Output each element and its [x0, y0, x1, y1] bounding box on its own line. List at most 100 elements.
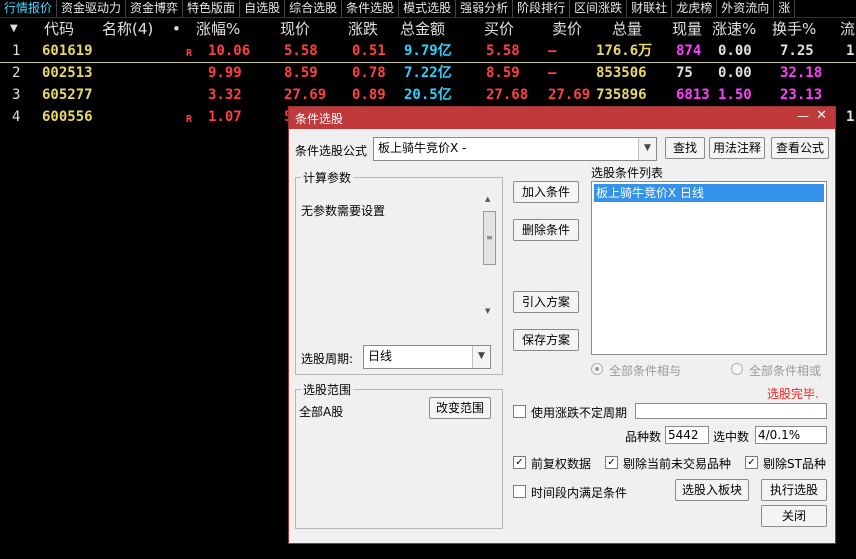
- close-button[interactable]: 关闭: [761, 505, 827, 527]
- tab-item[interactable]: 强弱分析: [456, 0, 514, 17]
- list-label: 选股条件列表: [591, 166, 664, 180]
- volume: 176.6万: [596, 43, 653, 59]
- view-formula-button[interactable]: 查看公式: [771, 137, 829, 159]
- period-chevron-icon[interactable]: ▼: [472, 346, 490, 368]
- condition-item[interactable]: 板上骑牛竞价X 日线: [594, 184, 824, 202]
- speed: 0.00: [718, 65, 752, 81]
- minimize-icon[interactable]: —: [797, 109, 809, 123]
- time-range-checkbox[interactable]: [513, 485, 526, 498]
- selected-value: 4/0.1%: [758, 428, 801, 442]
- bid-price: 8.59: [486, 65, 520, 81]
- delete-condition-button[interactable]: 删除条件: [513, 219, 579, 241]
- row-number: 3: [12, 87, 21, 103]
- tab-item[interactable]: 外资流向: [717, 0, 775, 17]
- stock-name: 新亚电子: [100, 86, 161, 104]
- tab-item[interactable]: 区间涨跌: [570, 0, 628, 17]
- ask-price: 27.69: [548, 87, 591, 103]
- params-scrollbar[interactable]: ▲ ≡ ▼: [483, 195, 496, 315]
- header-price[interactable]: 现价: [280, 18, 310, 40]
- tab-item[interactable]: 行情报价: [0, 0, 58, 17]
- tab-item[interactable]: 涨: [774, 0, 796, 17]
- current-volume: 874: [676, 43, 702, 59]
- tab-item[interactable]: 模式选股: [399, 0, 457, 17]
- add-condition-button[interactable]: 加入条件: [513, 181, 579, 203]
- tab-item[interactable]: 特色版面: [183, 0, 241, 17]
- table-row[interactable]: 1 601619 嘉泽新能 R 10.06 5.58 0.51 9.79亿 5.58–176.6…: [0, 40, 856, 63]
- and-radio[interactable]: [591, 363, 603, 375]
- quote-table-header: ▼ 代码 名称(4) • 涨幅% 现价 涨跌 总金额 买价 卖价 总量 现量 涨…: [0, 18, 856, 40]
- header-ask[interactable]: 卖价: [552, 18, 582, 40]
- header-code[interactable]: 代码: [44, 18, 74, 40]
- tab-item[interactable]: 资金博弈: [126, 0, 184, 17]
- chevron-down-icon[interactable]: ▼: [638, 138, 656, 160]
- to-block-button[interactable]: 选股入板块: [675, 479, 749, 501]
- change: 0.89: [352, 87, 386, 103]
- row-number: 2: [12, 65, 21, 81]
- tab-item[interactable]: 阶段排行: [513, 0, 571, 17]
- volume: 853506: [596, 65, 647, 81]
- selected-label: 选中数: [713, 430, 750, 444]
- speed: 0.00: [718, 43, 752, 59]
- header-dot: •: [172, 20, 181, 38]
- turnover: 23.13: [780, 87, 823, 103]
- formula-label: 条件选股公式: [295, 144, 368, 158]
- table-row[interactable]: 2 002513 蓝丰生化 9.99 8.59 0.78 7.22亿 8.59 – 853506 7…: [0, 62, 856, 84]
- header-flow[interactable]: 流: [840, 18, 855, 40]
- close-icon[interactable]: ✕: [816, 108, 827, 123]
- period-label: 选股周期:: [301, 352, 354, 366]
- find-button[interactable]: 查找: [665, 137, 705, 159]
- turnover: 7.25: [780, 43, 814, 59]
- header-change[interactable]: 涨跌: [348, 18, 378, 40]
- save-plan-button[interactable]: 保存方案: [513, 329, 579, 351]
- change-scope-button[interactable]: 改变范围: [429, 397, 491, 419]
- tab-item[interactable]: 条件选股: [342, 0, 400, 17]
- ask-price: –: [548, 65, 557, 81]
- exclude-untraded-checkbox[interactable]: ✓: [605, 456, 618, 469]
- row-number: 1: [12, 43, 21, 59]
- table-row[interactable]: 3 605277 新亚电子 3.32 27.69 0.89 20.5亿 27.68 27.69 7…: [0, 84, 856, 106]
- turnover: 32.18: [780, 65, 823, 81]
- tab-item[interactable]: 财联社: [627, 0, 673, 17]
- execute-button[interactable]: 执行选股: [761, 479, 827, 501]
- header-speed[interactable]: 涨速%: [712, 18, 756, 40]
- header-volume[interactable]: 总量: [612, 18, 642, 40]
- financing-flag: R: [186, 114, 193, 125]
- stock-name: 蓝丰生化: [100, 64, 161, 82]
- tab-item[interactable]: 资金驱动力: [57, 0, 127, 17]
- header-bid[interactable]: 买价: [484, 18, 514, 40]
- volume: 735896: [596, 87, 647, 103]
- market-tab-bar: 行情报价 资金驱动力 资金博弈 特色版面 自选股 综合选股 条件选股 模式选股 强弱分析 阶段排行…: [0, 0, 856, 18]
- flow: 1: [846, 109, 855, 125]
- change: 0.78: [352, 65, 386, 81]
- header-amount[interactable]: 总金额: [400, 18, 445, 40]
- exclude-st-checkbox[interactable]: ✓: [745, 456, 758, 469]
- amount: 9.79亿: [404, 43, 452, 59]
- pct-change: 9.99: [208, 65, 242, 81]
- header-pct[interactable]: 涨幅%: [196, 18, 240, 40]
- period-select[interactable]: 日线 ▼: [363, 345, 491, 369]
- tab-item[interactable]: 自选股: [240, 0, 286, 17]
- header-current-volume[interactable]: 现量: [672, 18, 702, 40]
- or-radio[interactable]: [731, 363, 743, 375]
- current-volume: 6813: [676, 87, 710, 103]
- stock-filter-dialog: 条件选股 — ✕ 条件选股公式 板上骑牛竞价X - ▼ 查找 用法注释 查看公式…: [288, 106, 836, 544]
- uncertain-period-checkbox[interactable]: [513, 405, 526, 418]
- scope-title: 选股范围: [301, 381, 354, 398]
- header-turnover[interactable]: 换手%: [772, 18, 816, 40]
- speed: 1.50: [718, 87, 752, 103]
- sort-arrow-icon[interactable]: ▼: [10, 18, 18, 40]
- uncertain-period-label: 使用涨跌不定周期: [531, 406, 628, 420]
- conditions-list[interactable]: 板上骑牛竞价X 日线: [591, 181, 827, 355]
- usage-button[interactable]: 用法注释: [709, 137, 765, 159]
- formula-select[interactable]: 板上骑牛竞价X - ▼: [373, 137, 657, 161]
- status-text: 选股完毕.: [767, 387, 819, 401]
- header-name[interactable]: 名称(4): [102, 18, 153, 40]
- dialog-titlebar[interactable]: 条件选股 — ✕: [289, 107, 835, 129]
- pre-adjust-checkbox[interactable]: ✓: [513, 456, 526, 469]
- tab-item[interactable]: 综合选股: [285, 0, 343, 17]
- dialog-title: 条件选股: [295, 112, 344, 126]
- tab-item[interactable]: 龙虎榜: [672, 0, 718, 17]
- import-plan-button[interactable]: 引入方案: [513, 291, 579, 313]
- uncertain-period-field[interactable]: [635, 403, 827, 419]
- stock-code: 002513: [42, 65, 93, 81]
